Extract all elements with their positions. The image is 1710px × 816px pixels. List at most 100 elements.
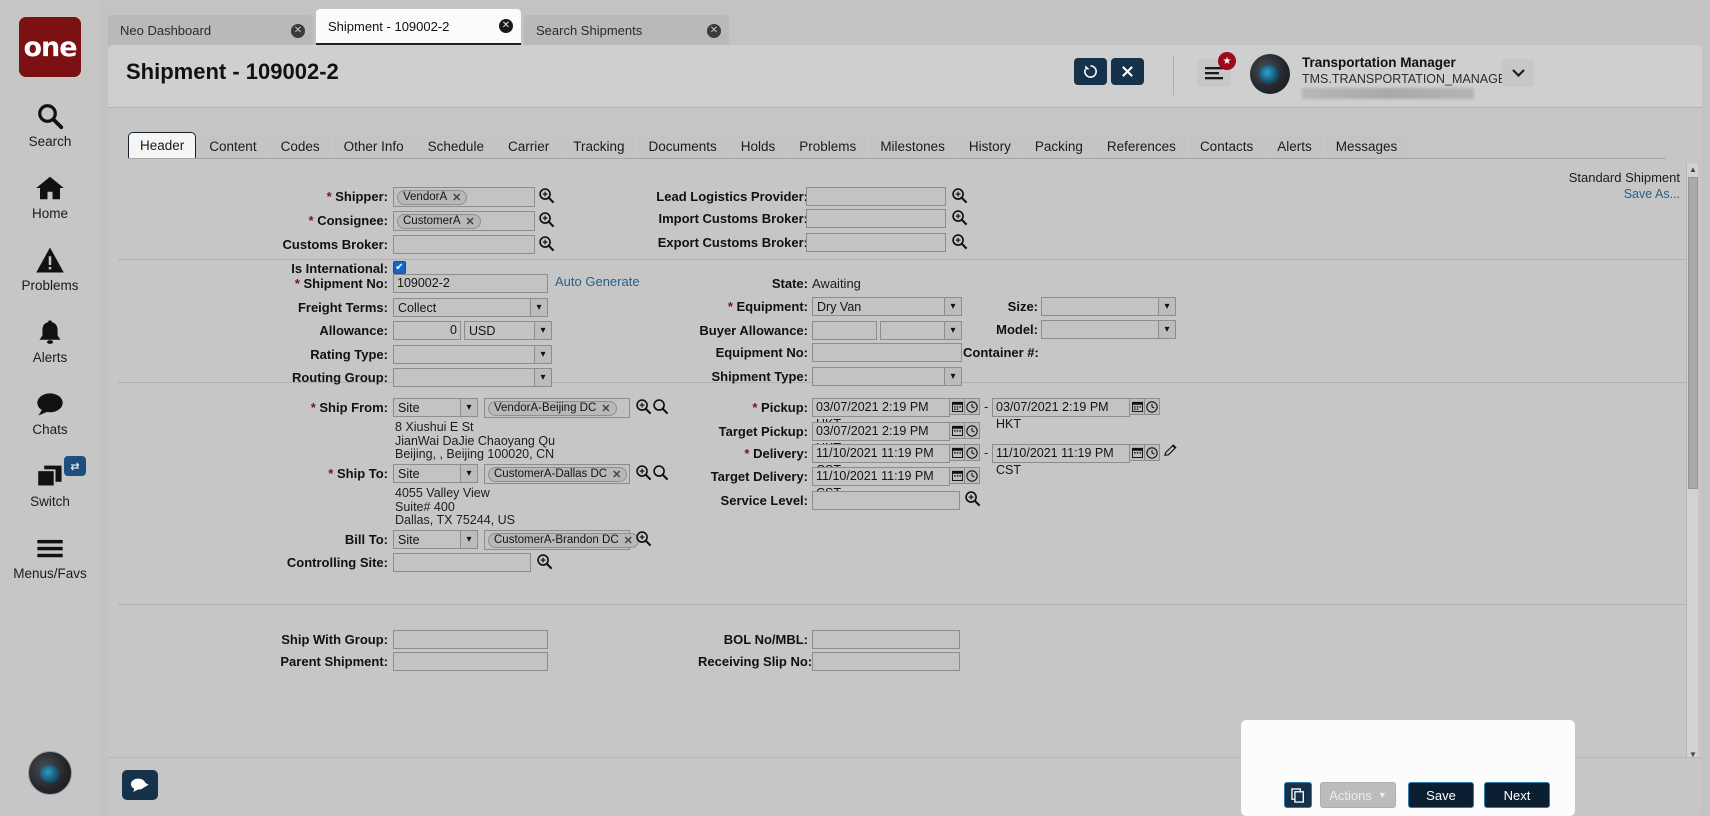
ship-to-chip[interactable]: CustomerA-Dallas DC✕ <box>488 467 627 482</box>
equipment-no-input[interactable] <box>812 343 962 362</box>
close-icon[interactable]: ✕ <box>499 19 513 33</box>
customs-broker-input[interactable] <box>393 235 535 254</box>
export-broker-input[interactable] <box>806 233 946 252</box>
ship-to-type-select[interactable]: Site ▾ <box>393 464 478 483</box>
remove-chip-icon[interactable]: ✕ <box>466 215 475 228</box>
tab-content[interactable]: Content <box>198 134 267 159</box>
bol-input[interactable] <box>812 630 960 649</box>
copy-button[interactable] <box>1284 782 1312 808</box>
tab-milestones[interactable]: Milestones <box>869 134 956 159</box>
vertical-scrollbar[interactable]: ▲ ▼ <box>1686 163 1698 761</box>
size-select[interactable]: ▾ <box>1041 297 1176 316</box>
buyer-allowance-currency-select[interactable]: ▾ <box>880 321 962 340</box>
bill-to-chip[interactable]: CustomerA-Brandon DC✕ <box>488 533 639 548</box>
freight-terms-select[interactable]: Collect ▾ <box>393 298 548 317</box>
ship-from-chip[interactable]: VendorA-Beijing DC✕ <box>488 401 617 416</box>
tab-documents[interactable]: Documents <box>637 134 727 159</box>
refresh-icon[interactable] <box>1074 58 1107 85</box>
chevron-down-icon[interactable] <box>1502 59 1534 87</box>
tab-references[interactable]: References <box>1096 134 1187 159</box>
consignee-input[interactable]: CustomerA✕ <box>393 211 535 231</box>
import-broker-search-icon[interactable] <box>951 209 968 229</box>
ship-from-type-select[interactable]: Site ▾ <box>393 398 478 417</box>
rail-item-chats[interactable]: Chats <box>0 387 100 437</box>
pickup-from-input[interactable]: 03/07/2021 2:19 PM HKT <box>812 398 950 417</box>
shipper-chip[interactable]: VendorA✕ <box>397 190 467 205</box>
ship-to-input[interactable]: CustomerA-Dallas DC✕ <box>484 464 630 484</box>
brand-logo[interactable]: one <box>19 17 81 77</box>
shipment-no-input[interactable]: 109002-2 <box>393 274 548 293</box>
remove-chip-icon[interactable]: ✕ <box>612 468 621 481</box>
ship-to-zoom-icon[interactable] <box>635 464 652 484</box>
service-level-input[interactable] <box>812 491 960 510</box>
tab-carrier[interactable]: Carrier <box>497 134 560 159</box>
shipper-input[interactable]: VendorA✕ <box>393 187 535 207</box>
avatar[interactable] <box>1250 54 1290 94</box>
bill-to-input[interactable]: CustomerA-Brandon DC✕ <box>484 530 630 550</box>
clock-icon[interactable] <box>965 467 980 484</box>
tab-schedule[interactable]: Schedule <box>417 134 495 159</box>
clock-icon[interactable] <box>1145 444 1160 461</box>
export-broker-search-icon[interactable] <box>951 233 968 253</box>
tab-codes[interactable]: Codes <box>270 134 331 159</box>
calendar-icon[interactable] <box>950 398 965 415</box>
tab-messages[interactable]: Messages <box>1325 134 1409 159</box>
close-icon[interactable]: ✕ <box>291 24 305 38</box>
remove-chip-icon[interactable]: ✕ <box>601 402 610 415</box>
ship-from-search-icon[interactable] <box>652 398 669 418</box>
scroll-up-icon[interactable]: ▲ <box>1687 163 1699 176</box>
switch-badge-icon[interactable]: ⇄ <box>64 456 86 476</box>
receiving-slip-input[interactable] <box>812 652 960 671</box>
bill-to-type-select[interactable]: Site ▾ <box>393 530 478 549</box>
ship-from-zoom-icon[interactable] <box>635 398 652 418</box>
ship-from-input[interactable]: VendorA-Beijing DC✕ <box>484 398 630 418</box>
tab-alerts[interactable]: Alerts <box>1266 134 1323 159</box>
calendar-icon[interactable] <box>950 422 965 439</box>
import-broker-input[interactable] <box>806 209 946 228</box>
tab-contacts[interactable]: Contacts <box>1189 134 1264 159</box>
rail-item-search[interactable]: Search <box>0 99 100 149</box>
ship-with-group-input[interactable] <box>393 630 548 649</box>
auto-generate-link[interactable]: Auto Generate <box>555 274 640 289</box>
rail-item-problems[interactable]: Problems <box>0 243 100 293</box>
pickup-to-input[interactable]: 03/07/2021 2:19 PM HKT <box>992 398 1130 417</box>
rail-item-alerts[interactable]: Alerts <box>0 315 100 365</box>
browser-tab-shipment[interactable]: Shipment - 109002-2 ✕ <box>316 9 521 46</box>
llp-input[interactable] <box>806 187 946 206</box>
clock-icon[interactable] <box>1145 398 1160 415</box>
allowance-currency-select[interactable]: USD ▾ <box>464 321 552 340</box>
rail-item-home[interactable]: Home <box>0 171 100 221</box>
controlling-site-search-icon[interactable] <box>536 553 553 573</box>
clock-icon[interactable] <box>965 398 980 415</box>
tab-problems[interactable]: Problems <box>788 134 867 159</box>
equipment-select[interactable]: Dry Van ▾ <box>812 297 962 316</box>
calendar-icon[interactable] <box>950 467 965 484</box>
scrollbar-thumb[interactable] <box>1688 177 1698 489</box>
tab-tracking[interactable]: Tracking <box>562 134 635 159</box>
remove-chip-icon[interactable]: ✕ <box>624 534 633 547</box>
ship-to-search-icon[interactable] <box>652 464 669 484</box>
consignee-chip[interactable]: CustomerA✕ <box>397 214 481 229</box>
delivery-to-input[interactable]: 11/10/2021 11:19 PM CST <box>992 444 1130 463</box>
calendar-icon[interactable] <box>950 444 965 461</box>
clock-icon[interactable] <box>965 422 980 439</box>
bill-to-search-icon[interactable] <box>635 530 652 550</box>
browser-tab-neo-dashboard[interactable]: Neo Dashboard ✕ <box>108 15 313 46</box>
parent-shipment-input[interactable] <box>393 652 548 671</box>
shipper-search-icon[interactable] <box>538 187 555 207</box>
edit-pencil-icon[interactable] <box>1163 443 1178 461</box>
buyer-allowance-input[interactable] <box>812 321 877 340</box>
rating-type-select[interactable]: ▾ <box>393 345 552 364</box>
customs-broker-search-icon[interactable] <box>538 235 555 255</box>
target-delivery-input[interactable]: 11/10/2021 11:19 PM CST <box>812 467 950 486</box>
clock-icon[interactable] <box>965 444 980 461</box>
controlling-site-input[interactable] <box>393 553 531 572</box>
close-x-icon[interactable] <box>1111 58 1144 85</box>
llp-search-icon[interactable] <box>951 187 968 207</box>
model-select[interactable]: ▾ <box>1041 320 1176 339</box>
allowance-input[interactable]: 0 <box>393 321 461 340</box>
remove-chip-icon[interactable]: ✕ <box>452 191 461 204</box>
consignee-search-icon[interactable] <box>538 211 555 231</box>
actions-button[interactable]: Actions▼ <box>1320 782 1396 808</box>
calendar-icon[interactable] <box>1130 398 1145 415</box>
